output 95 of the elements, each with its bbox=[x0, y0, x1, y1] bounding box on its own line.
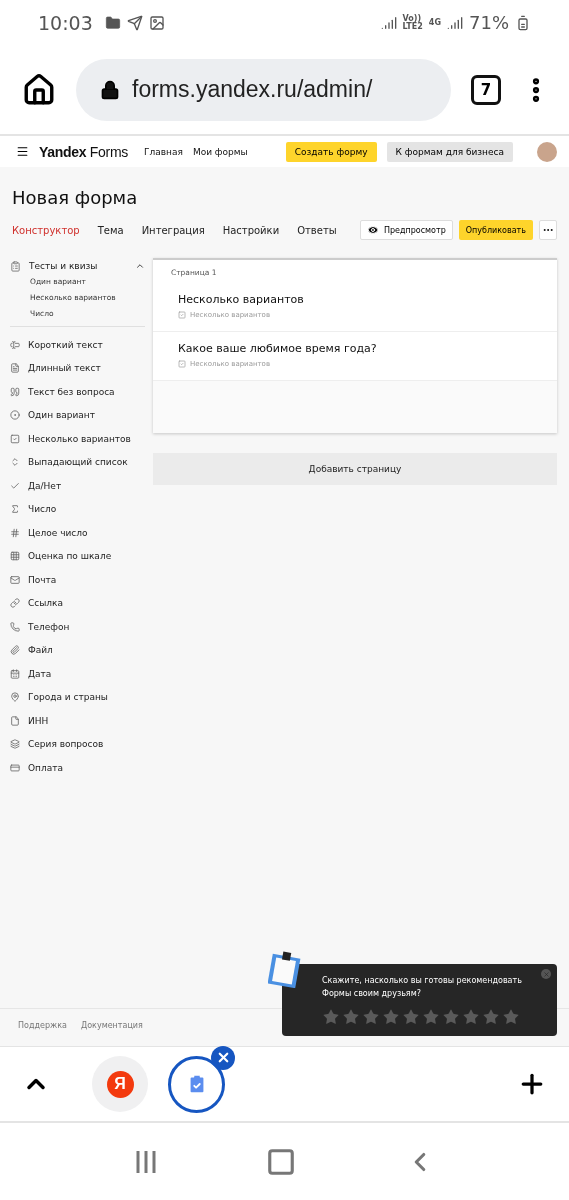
layers-icon bbox=[10, 739, 20, 750]
tab[interactable]: Интеграция bbox=[141, 224, 223, 236]
logo[interactable]: Yandex Forms bbox=[39, 143, 128, 160]
nav-link[interactable]: Мои формы bbox=[192, 146, 248, 157]
site-tab[interactable]: Я bbox=[92, 1056, 148, 1112]
eye-icon bbox=[366, 224, 379, 236]
sidebar-item[interactable]: Целое число bbox=[10, 521, 145, 545]
nav-link[interactable]: Главная bbox=[144, 146, 183, 157]
sidebar-item[interactable]: Да/Нет bbox=[10, 474, 145, 498]
question-title: Несколько вариантов bbox=[178, 293, 305, 306]
quote-icon bbox=[10, 386, 20, 397]
sidebar-item[interactable]: Короткий текст bbox=[10, 333, 145, 357]
sidebar-item[interactable]: ИНН bbox=[10, 709, 145, 733]
preview-button[interactable]: Предпросмотр bbox=[359, 220, 453, 240]
image-icon bbox=[148, 14, 165, 31]
checkbox-icon bbox=[178, 360, 186, 368]
mail-icon bbox=[10, 574, 20, 585]
checkbox-icon bbox=[178, 311, 186, 319]
sidebar-item[interactable]: Оплата bbox=[10, 756, 145, 780]
create-form-button[interactable]: Создать форму bbox=[285, 141, 377, 162]
tab[interactable]: Тема bbox=[97, 224, 142, 236]
tab-count-button[interactable]: 7 bbox=[471, 74, 501, 105]
sidebar-item[interactable]: Города и страны bbox=[10, 685, 145, 709]
sidebar-item[interactable]: Файл bbox=[10, 638, 145, 662]
sidebar-item[interactable]: Ссылка bbox=[10, 591, 145, 615]
clock: 10:03 bbox=[38, 11, 93, 34]
menu-icon[interactable] bbox=[16, 145, 29, 158]
active-tab[interactable] bbox=[168, 1055, 225, 1113]
form-title: Новая форма bbox=[12, 187, 139, 208]
add-page-button[interactable]: Добавить страницу bbox=[153, 453, 557, 485]
star-icon[interactable] bbox=[502, 1008, 520, 1026]
sidebar-item[interactable]: Длинный текст bbox=[10, 356, 145, 380]
url-text: forms.yandex.ru/admin/ bbox=[132, 76, 373, 103]
star-icon[interactable] bbox=[442, 1008, 460, 1026]
popup-message: Скажите, насколько вы готовы рекомендовать Формы своим друзьям? bbox=[322, 975, 522, 1000]
pin-icon bbox=[10, 692, 20, 703]
radio-icon bbox=[10, 410, 20, 421]
star-icon[interactable] bbox=[382, 1008, 400, 1026]
star-icon[interactable] bbox=[462, 1008, 480, 1026]
calendar-icon bbox=[10, 668, 20, 679]
chevron-up-icon bbox=[135, 261, 145, 271]
sidebar-item[interactable]: Один вариант bbox=[10, 403, 145, 427]
home-icon[interactable] bbox=[22, 72, 56, 107]
star-icon[interactable] bbox=[422, 1008, 440, 1026]
document-icon bbox=[10, 363, 20, 374]
battery-icon bbox=[515, 14, 531, 31]
sigma-icon bbox=[10, 504, 20, 515]
recent-apps-icon[interactable] bbox=[134, 1149, 159, 1174]
grid-icon bbox=[10, 551, 20, 562]
close-button[interactable] bbox=[541, 969, 551, 979]
publish-button[interactable]: Опубликовать bbox=[458, 220, 533, 240]
more-button[interactable] bbox=[539, 220, 557, 240]
checkbox-icon bbox=[10, 433, 20, 444]
sidebar-item[interactable]: Телефон bbox=[10, 615, 145, 639]
paperclip-icon bbox=[10, 645, 20, 656]
star-icon[interactable] bbox=[482, 1008, 500, 1026]
sidebar-item[interactable]: Текст без вопроса bbox=[10, 380, 145, 404]
network-label: 4G bbox=[428, 18, 441, 27]
sidebar-item[interactable]: Выпадающий список bbox=[10, 450, 145, 474]
check-icon bbox=[10, 480, 20, 491]
clipboard-icon bbox=[10, 260, 21, 272]
sidebar-item[interactable]: Число bbox=[10, 497, 145, 521]
tab[interactable]: Настройки bbox=[222, 224, 298, 236]
text-cursor-icon bbox=[10, 339, 20, 350]
sidebar-item[interactable]: Оценка по шкале bbox=[10, 544, 145, 568]
question-title: Какое ваше любимое время года? bbox=[178, 342, 378, 355]
sidebar-item[interactable]: Почта bbox=[10, 568, 145, 592]
card-icon bbox=[10, 762, 20, 773]
phone-icon bbox=[10, 621, 20, 632]
star-icon[interactable] bbox=[322, 1008, 340, 1026]
updown-icon bbox=[10, 457, 20, 468]
business-button[interactable]: К формам для бизнеса bbox=[386, 141, 513, 162]
sidebar-item[interactable]: Дата bbox=[10, 662, 145, 686]
file-icon bbox=[10, 715, 20, 726]
star-icon[interactable] bbox=[342, 1008, 360, 1026]
address-bar[interactable]: forms.yandex.ru/admin/ bbox=[76, 58, 451, 121]
group-header[interactable]: Тесты и квизы bbox=[10, 258, 145, 274]
star-icon[interactable] bbox=[362, 1008, 380, 1026]
signal-icon bbox=[447, 14, 463, 31]
tab[interactable]: Конструктор bbox=[12, 224, 98, 236]
tab[interactable]: Ответы bbox=[297, 224, 355, 236]
signal-icon bbox=[380, 14, 397, 31]
sidebar-item[interactable]: Серия вопросов bbox=[10, 732, 145, 756]
volte-label: Vo)) LTE2 bbox=[402, 14, 423, 31]
link-icon bbox=[10, 598, 20, 609]
avatar[interactable] bbox=[537, 141, 557, 162]
lock-icon bbox=[100, 79, 120, 100]
send-icon bbox=[126, 14, 143, 31]
footer-link[interactable]: Поддержка bbox=[18, 1021, 67, 1030]
footer-link[interactable]: Документация bbox=[80, 1021, 143, 1030]
folder-icon bbox=[104, 14, 121, 31]
sidebar-item[interactable]: Несколько вариантов bbox=[10, 427, 145, 451]
star-icon[interactable] bbox=[402, 1008, 420, 1026]
hash-icon bbox=[10, 527, 20, 538]
battery-percent: 71% bbox=[469, 12, 509, 33]
